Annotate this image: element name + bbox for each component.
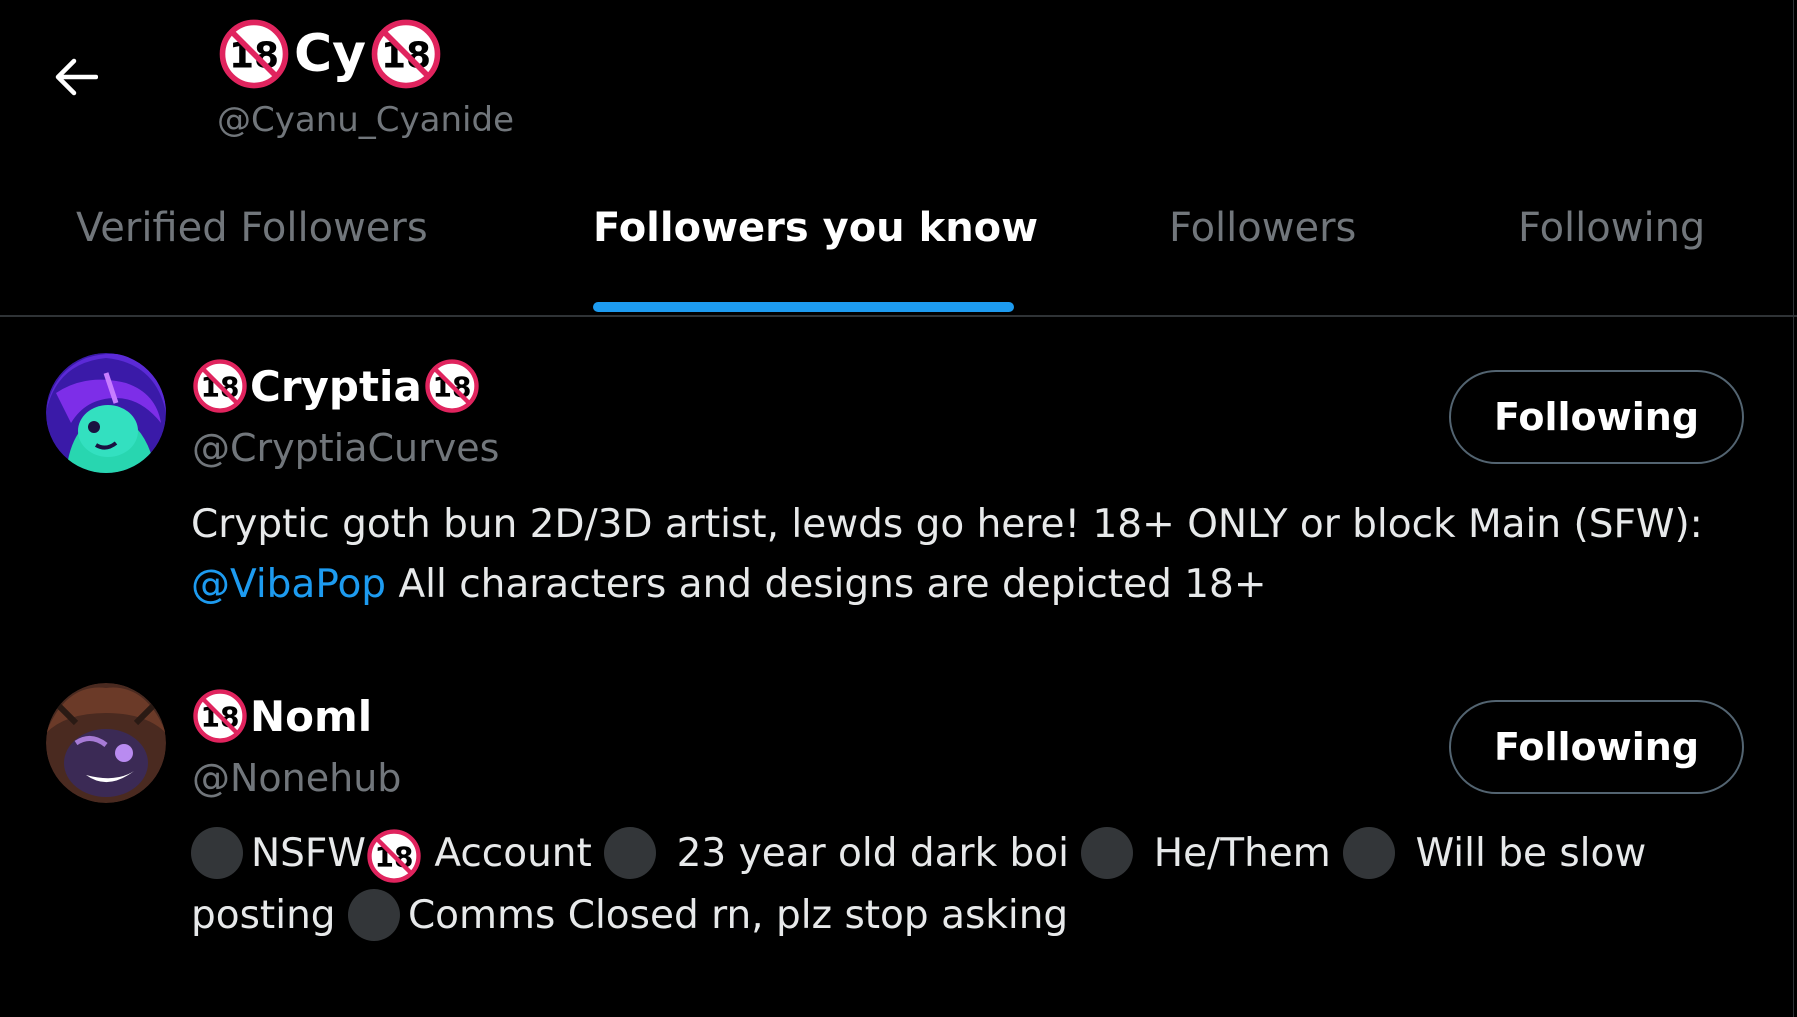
avatar[interactable] [46,683,166,803]
user-bio: Cryptic goth bun 2D/3D artist, lewds go … [191,495,1751,615]
bio-text: posting [191,893,348,938]
bio-text: He/Them [1141,831,1344,876]
following-button[interactable]: Following [1449,700,1744,794]
tab-verified-followers[interactable]: Verified Followers [76,205,428,251]
user-name[interactable]: 18 Cryptia 18 [192,354,480,418]
followers-panel: 18 Cy 18 @Cyanu_Cyanide Verified Followe… [0,0,1797,1017]
bio-text: NSFW [251,831,366,876]
profile-name: Cy [294,24,367,84]
user-bio: NSFW18 Account 23 year old dark boi He/T… [191,823,1751,947]
black-circle-emoji [1343,826,1396,879]
avatar-image [46,683,166,803]
bio-text: Will be slow [1403,831,1647,876]
arrow-left-icon [55,58,98,96]
no-under-18-icon: 18 [218,18,290,90]
bio-text: 23 year old dark boi [664,831,1082,876]
user-handle[interactable]: @Nonehub [192,756,401,800]
no-under-18-icon: 18 [192,688,248,744]
following-button[interactable]: Following [1449,370,1744,464]
tab-bar: Verified Followers Followers you know Fo… [0,175,1797,317]
tab-followers-you-know[interactable]: Followers you know [593,205,1038,251]
no-under-18-icon: 18 [192,358,248,414]
profile-handle: @Cyanu_Cyanide [217,100,514,140]
no-under-18-icon: 18 [370,18,442,90]
black-circle-emoji [191,826,243,879]
avatar[interactable] [46,353,166,473]
active-tab-indicator [593,302,1014,312]
bio-text: Comms Closed rn, plz stop asking [407,893,1069,938]
tab-following[interactable]: Following [1518,205,1705,251]
avatar-image [46,353,166,473]
tab-followers[interactable]: Followers [1169,205,1356,251]
bio-mention-link[interactable]: @VibaPop [191,562,386,607]
black-circle-emoji [604,826,657,879]
user-name-text: Noml [250,691,373,741]
back-button[interactable] [50,52,100,102]
panel-border [1793,0,1794,1017]
profile-title: 18 Cy 18 [218,14,442,94]
black-circle-emoji [347,888,400,941]
user-name[interactable]: 18 Noml [192,684,374,748]
user-name-text: Cryptia [250,361,422,411]
bio-text: All characters and designs are depicted … [386,562,1267,607]
user-handle[interactable]: @CryptiaCurves [192,426,499,470]
no-under-18-icon: 18 [366,828,422,884]
bio-text: Account [421,831,605,876]
black-circle-emoji [1081,826,1134,879]
no-under-18-icon: 18 [424,358,480,414]
bio-text: Cryptic goth bun 2D/3D artist, lewds go … [191,502,1703,547]
